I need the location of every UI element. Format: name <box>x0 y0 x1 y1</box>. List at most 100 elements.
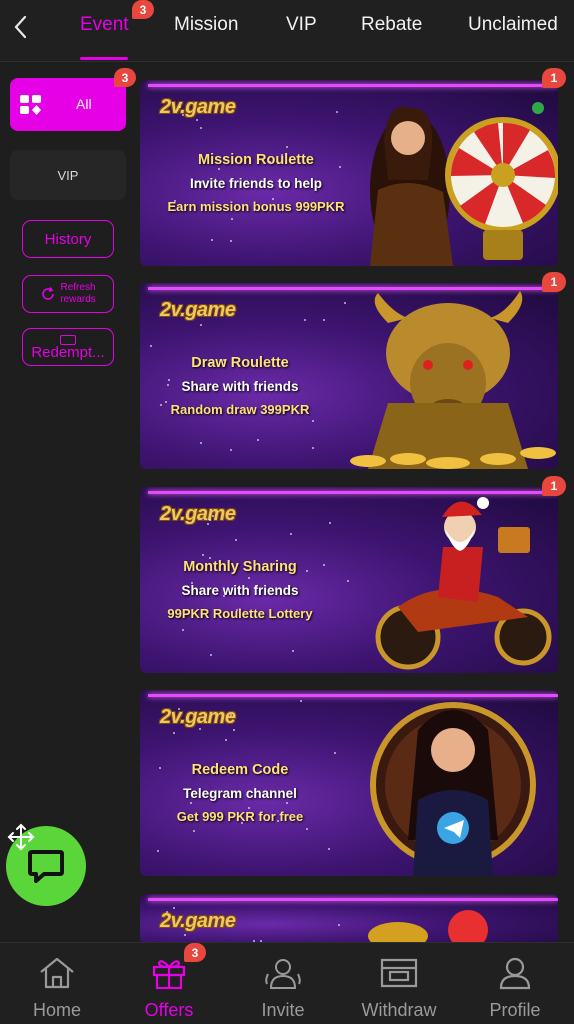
banner-draw-roulette[interactable]: 2v.game Draw Roulette Share with friends… <box>140 283 558 469</box>
sparkle <box>200 324 202 326</box>
banner-title: Mission Roulette <box>156 152 356 168</box>
roulette-wheel-illustration <box>348 80 558 266</box>
brand-logo: 2v.game <box>160 96 235 119</box>
banner-subtitle: Share with friends <box>140 379 340 394</box>
golden-bull-illustration <box>348 283 558 469</box>
sparkle <box>292 650 294 652</box>
sparkle <box>336 111 338 113</box>
tab-event[interactable]: Event <box>80 14 129 40</box>
banner-reward: Get 999 PKR for free <box>140 809 340 824</box>
sparkle <box>200 442 202 444</box>
sparkle <box>286 802 288 804</box>
sparkle <box>286 146 288 148</box>
santa-motorcycle-illustration <box>348 487 558 673</box>
nav-profile[interactable]: Profile <box>458 943 572 1024</box>
sparkle <box>199 728 201 730</box>
banner-partial[interactable]: 2v.game <box>140 894 558 944</box>
sparkle <box>210 654 212 656</box>
nav-withdraw[interactable]: Withdraw <box>342 943 456 1024</box>
nav-label: Invite <box>261 1000 304 1021</box>
tab-mission[interactable]: Mission <box>174 14 238 40</box>
sidebar-item-all[interactable]: All <box>10 78 126 131</box>
sparkle <box>200 127 202 129</box>
sparkle <box>257 439 259 441</box>
banner-badge: 1 <box>542 272 566 292</box>
sparkle <box>230 240 232 242</box>
nav-invite[interactable]: Invite <box>226 943 340 1024</box>
banner-subtitle: Share with friends <box>140 583 340 598</box>
nav-label: Offers <box>145 1000 194 1021</box>
sparkle <box>334 752 336 754</box>
tab-rebate[interactable]: Rebate <box>361 14 422 40</box>
sidebar-item-label: All <box>76 96 92 112</box>
nav-home[interactable]: Home <box>0 943 114 1024</box>
gift-icon <box>151 955 187 991</box>
tab-unclaimed[interactable]: Unclaimed <box>468 14 558 40</box>
refresh-label-line1: Refresh <box>60 282 95 293</box>
banner-subtitle: Invite friends to help <box>156 176 356 191</box>
sparkle <box>191 582 193 584</box>
nav-label: Profile <box>489 1000 540 1021</box>
sparkle <box>173 907 175 909</box>
sparkle <box>241 822 243 824</box>
banner-badge: 1 <box>542 68 566 88</box>
sparkle <box>233 729 235 731</box>
sparkle <box>312 447 314 449</box>
banner-monthly-sharing[interactable]: 2v.game Monthly Sharing Share with frien… <box>140 487 558 673</box>
banner-reward: 99PKR Roulette Lottery <box>140 606 340 621</box>
nav-label: Withdraw <box>361 1000 436 1021</box>
sparkle <box>225 739 227 741</box>
sparkle <box>230 449 232 451</box>
sparkle <box>190 802 192 804</box>
brand-logo: 2v.game <box>160 299 235 322</box>
brand-logo: 2v.game <box>160 503 235 526</box>
back-button[interactable] <box>8 12 32 42</box>
refresh-icon <box>40 286 56 302</box>
invite-icon <box>263 955 303 991</box>
banner-mission-roulette[interactable]: 2v.game Mission Roulette Invite friends … <box>140 80 558 266</box>
tab-event-badge: 3 <box>132 0 154 19</box>
history-label: History <box>45 231 92 248</box>
sidebar-all-badge: 3 <box>114 68 136 87</box>
refresh-label-line2: rewards <box>60 294 96 305</box>
tab-vip[interactable]: VIP <box>286 14 317 40</box>
sparkle <box>211 239 213 241</box>
sidebar-item-vip[interactable]: VIP <box>10 150 126 200</box>
sparkle <box>231 218 233 220</box>
sparkle <box>235 539 237 541</box>
sparkle <box>328 848 330 850</box>
sparkle <box>218 168 220 170</box>
winner-trophy-illustration <box>368 902 498 944</box>
profile-icon <box>497 955 533 991</box>
sparkle <box>304 319 306 321</box>
move-icon[interactable] <box>6 822 36 852</box>
nav-offers[interactable]: Offers <box>112 943 226 1024</box>
sparkle <box>209 557 211 559</box>
active-tab-indicator <box>80 57 128 60</box>
banner-title: Redeem Code <box>140 762 340 778</box>
banner-reward: Earn mission bonus 999PKR <box>156 199 356 214</box>
sparkle <box>339 166 341 168</box>
banner-redeem-code[interactable]: 2v.game Redeem Code Telegram channel Get… <box>140 690 558 876</box>
banner-reward: Random draw 399PKR <box>140 402 340 417</box>
refresh-rewards-button[interactable]: Refresh rewards <box>22 275 114 313</box>
ticket-icon <box>60 335 76 345</box>
sparkle <box>159 767 161 769</box>
sparkle <box>329 522 331 524</box>
banner-title: Draw Roulette <box>140 355 340 371</box>
sparkle <box>338 924 340 926</box>
sparkle <box>157 850 159 852</box>
banner-subtitle: Telegram channel <box>140 786 340 801</box>
sparkle <box>150 345 152 347</box>
sparkle <box>312 420 314 422</box>
brand-logo: 2v.game <box>160 910 235 933</box>
sparkle <box>306 570 308 572</box>
redemption-label: Redempt... <box>31 346 104 360</box>
sparkle <box>193 830 195 832</box>
history-button[interactable]: History <box>22 220 114 258</box>
sparkle <box>306 828 308 830</box>
redemption-button[interactable]: Redempt... <box>22 328 114 366</box>
bottom-navigation: Home Offers 3 Invite Withdraw Profile <box>0 942 574 1024</box>
sparkle <box>178 708 180 710</box>
sparkle <box>182 629 184 631</box>
